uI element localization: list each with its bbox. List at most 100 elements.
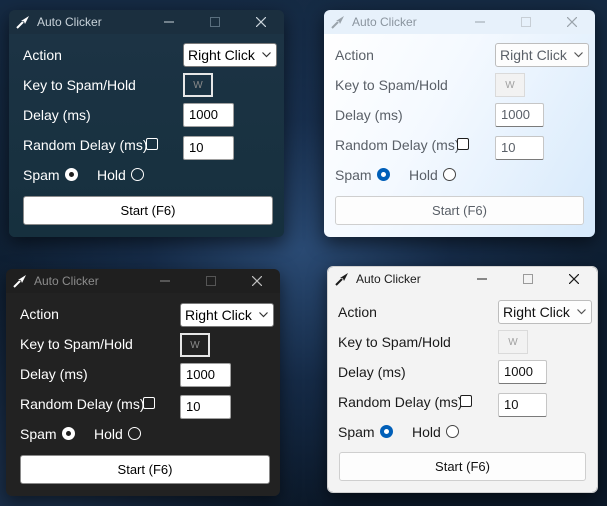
window-body: Action Right Click Key to Spam/Hold W De…: [324, 34, 595, 237]
maximize-button[interactable]: [503, 10, 549, 34]
key-input[interactable]: W: [183, 73, 213, 97]
spam-label: Spam: [23, 167, 60, 183]
spam-label: Spam: [335, 167, 372, 183]
start-button[interactable]: Start (F6): [20, 455, 270, 484]
minimize-button[interactable]: [459, 267, 505, 291]
title-bar[interactable]: Auto Clicker: [324, 10, 595, 34]
delay-input[interactable]: 1000: [180, 363, 231, 387]
close-icon: [567, 17, 577, 27]
key-label: Key to Spam/Hold: [335, 77, 448, 93]
action-dropdown[interactable]: Right Click: [183, 43, 277, 67]
cursor-arrow-icon: [331, 16, 344, 29]
action-dropdown-value: Right Click: [500, 47, 567, 63]
spam-radio[interactable]: [380, 425, 393, 438]
delay-label: Delay (ms): [20, 366, 88, 382]
maximize-icon: [206, 276, 216, 286]
minimize-button[interactable]: [142, 269, 188, 293]
start-button[interactable]: Start (F6): [335, 196, 584, 225]
delay-input[interactable]: 1000: [183, 103, 234, 127]
delay-input[interactable]: 1000: [495, 103, 544, 127]
key-label: Key to Spam/Hold: [20, 336, 133, 352]
hold-radio[interactable]: [443, 168, 456, 181]
cursor-arrow-icon: [13, 275, 26, 288]
action-dropdown[interactable]: Right Click: [180, 303, 274, 327]
hold-label: Hold: [97, 167, 126, 183]
minimize-icon: [477, 278, 487, 280]
minimize-button[interactable]: [146, 10, 192, 34]
random-delay-checkbox[interactable]: [143, 397, 155, 409]
delay-label: Delay (ms): [335, 107, 403, 123]
random-delay-label: Random Delay (ms): [20, 396, 145, 412]
window-title: Auto Clicker: [37, 15, 102, 29]
random-delay-checkbox[interactable]: [457, 138, 469, 150]
auto-clicker-window-dark-teal: Auto Clicker Action Right Click Key to S…: [9, 10, 284, 237]
close-button[interactable]: [549, 10, 595, 34]
action-dropdown-value: Right Click: [503, 304, 570, 320]
window-body: Action Right Click Key to Spam/Hold W De…: [9, 34, 284, 237]
title-bar[interactable]: Auto Clicker: [6, 269, 280, 293]
maximize-icon: [521, 17, 531, 27]
maximize-button[interactable]: [192, 10, 238, 34]
key-label: Key to Spam/Hold: [23, 77, 136, 93]
close-button[interactable]: [234, 269, 280, 293]
random-delay-input[interactable]: 10: [183, 136, 234, 160]
action-label: Action: [335, 47, 374, 63]
spam-radio[interactable]: [62, 427, 75, 440]
auto-clicker-window-dark: Auto Clicker Action Right Click Key to S…: [6, 269, 280, 496]
chevron-down-icon: [259, 312, 268, 318]
minimize-icon: [164, 21, 174, 23]
window-body: Action Right Click Key to Spam/Hold W De…: [328, 291, 597, 492]
close-icon: [256, 17, 266, 27]
start-button[interactable]: Start (F6): [23, 196, 273, 225]
random-delay-label: Random Delay (ms): [23, 137, 148, 153]
chevron-down-icon: [577, 309, 586, 315]
spam-radio[interactable]: [65, 168, 78, 181]
delay-label: Delay (ms): [338, 364, 406, 380]
action-dropdown[interactable]: Right Click: [495, 43, 589, 67]
close-button[interactable]: [551, 267, 597, 291]
window-body: Action Right Click Key to Spam/Hold W De…: [6, 293, 280, 496]
action-dropdown-value: Right Click: [185, 307, 252, 323]
action-label: Action: [23, 47, 62, 63]
title-bar[interactable]: Auto Clicker: [9, 10, 284, 34]
hold-radio[interactable]: [128, 427, 141, 440]
random-delay-input[interactable]: 10: [498, 393, 547, 417]
maximize-icon: [523, 274, 533, 284]
hold-radio[interactable]: [131, 168, 144, 181]
hold-radio[interactable]: [446, 425, 459, 438]
spam-label: Spam: [338, 424, 375, 440]
hold-label: Hold: [94, 426, 123, 442]
window-title: Auto Clicker: [352, 15, 417, 29]
hold-label: Hold: [412, 424, 441, 440]
maximize-icon: [210, 17, 220, 27]
minimize-icon: [475, 21, 485, 23]
chevron-down-icon: [574, 52, 583, 58]
key-input[interactable]: W: [180, 333, 210, 357]
delay-input[interactable]: 1000: [498, 360, 547, 384]
close-button[interactable]: [238, 10, 284, 34]
close-icon: [569, 274, 579, 284]
key-input[interactable]: W: [498, 330, 528, 354]
action-dropdown-value: Right Click: [188, 47, 255, 63]
random-delay-label: Random Delay (ms): [338, 394, 463, 410]
spam-label: Spam: [20, 426, 57, 442]
maximize-button[interactable]: [188, 269, 234, 293]
auto-clicker-window-light: Auto Clicker Action Right Click Key to S…: [327, 266, 598, 493]
title-bar[interactable]: Auto Clicker: [328, 267, 597, 291]
random-delay-checkbox[interactable]: [460, 395, 472, 407]
random-delay-label: Random Delay (ms): [335, 137, 460, 153]
maximize-button[interactable]: [505, 267, 551, 291]
start-button[interactable]: Start (F6): [339, 452, 586, 481]
hold-label: Hold: [409, 167, 438, 183]
random-delay-checkbox[interactable]: [146, 138, 158, 150]
minimize-button[interactable]: [457, 10, 503, 34]
key-input[interactable]: W: [495, 73, 525, 97]
random-delay-input[interactable]: 10: [180, 395, 231, 419]
window-title: Auto Clicker: [356, 272, 421, 286]
minimize-icon: [160, 280, 170, 282]
window-title: Auto Clicker: [34, 274, 99, 288]
spam-radio[interactable]: [377, 168, 390, 181]
key-label: Key to Spam/Hold: [338, 334, 451, 350]
action-dropdown[interactable]: Right Click: [498, 300, 592, 324]
random-delay-input[interactable]: 10: [495, 136, 544, 160]
